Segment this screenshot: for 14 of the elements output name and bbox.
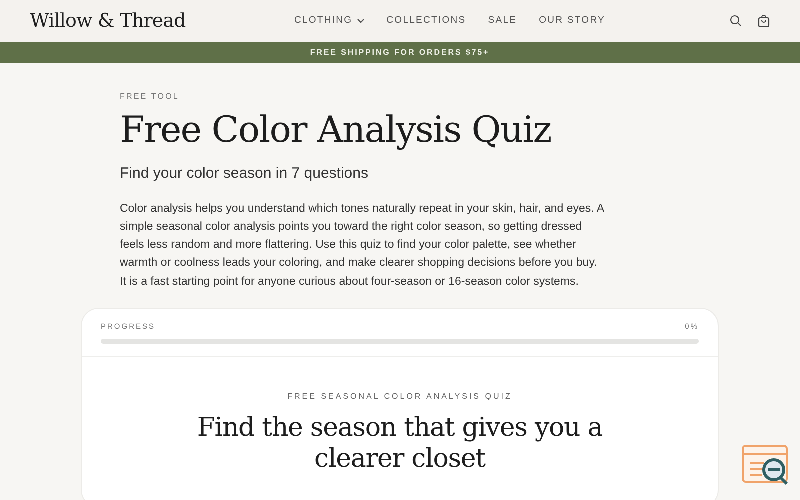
shipping-banner: FREE SHIPPING FOR ORDERS $75+ xyxy=(0,42,800,63)
bag-icon[interactable] xyxy=(758,14,770,28)
search-icon[interactable] xyxy=(730,15,742,27)
eyebrow-label: FREE TOOL xyxy=(120,91,180,103)
nav-link[interactable]: SALE xyxy=(488,14,518,28)
quiz-eyebrow: FREE SEASONAL COLOR ANALYSIS QUIZ xyxy=(288,391,512,404)
nav-link[interactable]: COLLECTIONS xyxy=(386,14,466,28)
page-subtitle: Find your color season in 7 questions xyxy=(120,164,370,184)
nav-link[interactable]: CLOTHING xyxy=(294,14,365,28)
page-title: Free Color Analysis Quiz xyxy=(120,109,552,153)
intro-paragraph: Color analysis helps you understand which tones naturally repeat in your skin, hair, and eyes. A simple seasonal color analysis points you toward the right color season, so getting dressed feels less random and more flattering. Use this quiz to find your color palette, see whether warmth or coolness leads your coloring, and make clearer shopping decisions before you buy. It is a fast starting point for anyone curious about four-season or 16-season color systems. xyxy=(120,202,605,290)
nav-link[interactable]: OUR STORY xyxy=(539,14,606,28)
quiz-heading: Find the season that gives you a clearer closet xyxy=(196,413,604,476)
site-logo[interactable]: Willow & Thread xyxy=(30,6,280,36)
